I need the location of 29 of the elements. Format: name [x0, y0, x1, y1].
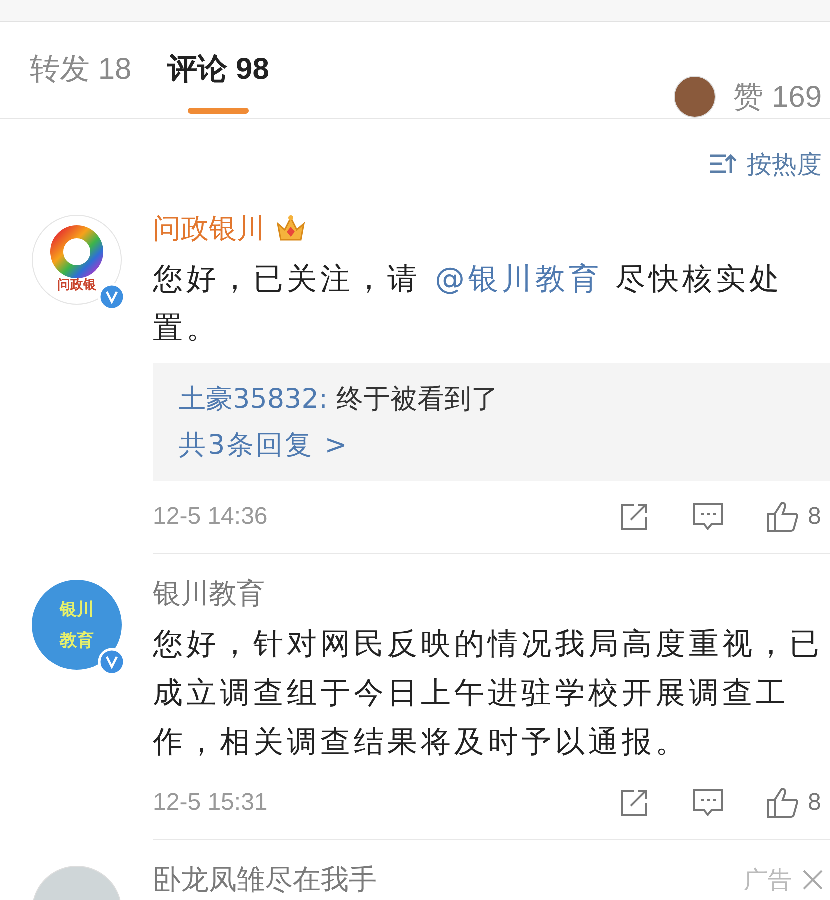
timestamp: 12-5 14:36 [153, 503, 268, 531]
avatar-logo: 问政银 [32, 215, 122, 305]
likes-tab[interactable]: 赞 169 [734, 77, 830, 118]
tab[interactable]: 评论 98 [168, 22, 270, 118]
like-count: 8 [808, 789, 822, 817]
share-icon[interactable] [620, 789, 650, 817]
user-name[interactable]: 银川教育 [153, 575, 265, 613]
sort-button[interactable]: 按热度 [709, 139, 822, 189]
like-count: 8 [808, 503, 822, 531]
comment-icon[interactable] [692, 502, 724, 532]
more-replies-link[interactable]: 共3条回复 > [179, 427, 350, 463]
sort-icon [709, 153, 737, 175]
comment-text: 您好，针对网民反映的情况我局高度重视，已成立调查组于今日上午进驻学校开展调查工作，相关调查结果将及时予以通报。 [153, 626, 824, 762]
thumbs-up-icon[interactable] [766, 501, 800, 533]
reply-text: 土豪35832: 终于被看到了 [179, 383, 499, 417]
user-name[interactable]: 问政银川 [153, 210, 265, 248]
user-name[interactable]: 卧龙凤雏尽在我手 [153, 861, 377, 899]
thumbs-up-icon[interactable] [766, 787, 800, 819]
comment-icon[interactable] [692, 788, 724, 818]
avatar-logo: 银川 教育 [32, 580, 122, 670]
ad-label: 广告 [744, 865, 792, 896]
close-icon[interactable] [802, 869, 824, 891]
share-icon[interactable] [620, 503, 650, 531]
user-link[interactable]: 土豪35832: [179, 384, 328, 415]
crown-icon [275, 214, 307, 244]
mention-link[interactable]: @银川教育 [435, 262, 602, 297]
tab[interactable]: 转发 18 [30, 22, 132, 118]
timestamp: 12-5 15:31 [153, 789, 268, 817]
comment-text: 您好，已关注，请 @银川教育 尽快核实处置。 [153, 261, 784, 348]
